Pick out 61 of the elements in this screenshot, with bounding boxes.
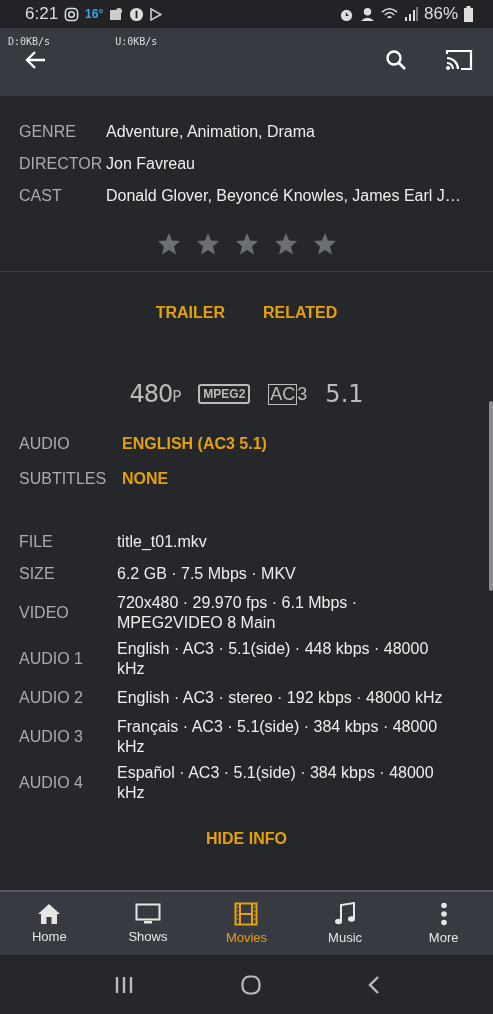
nav-tab[interactable]: More xyxy=(394,892,493,955)
field-label: CAST xyxy=(19,187,63,205)
recent-apps-icon[interactable] xyxy=(113,975,134,994)
star-icon[interactable] xyxy=(234,232,259,255)
nav-tab[interactable]: Movies xyxy=(197,892,296,955)
home-icon xyxy=(37,903,62,925)
battery-percent: 86% xyxy=(423,4,458,24)
detail-value: English · AC3 · 5.1(side) · 448 kbps · 48000 kHz xyxy=(117,639,430,679)
nav-tab[interactable]: Shows xyxy=(98,892,198,955)
action-button[interactable]: TRAILER xyxy=(155,300,225,326)
cast-icon[interactable] xyxy=(445,49,473,71)
detail-value: English · AC3 · stereo · 192 kbps · 48000 kHz xyxy=(117,688,443,708)
detail-label: AUDIO 2 xyxy=(19,689,84,707)
camera-icon xyxy=(64,6,80,22)
stream-label: SUBTITLES xyxy=(19,469,108,488)
detail-value: 720x480 · 29.970 fps · 6.1 Mbps · MPEG2VIDEO 8 Main xyxy=(117,593,359,633)
field-value: Adventure, Animation, Drama xyxy=(106,123,315,141)
detail-value: 6.2 GB · 7.5 Mbps · MKV xyxy=(117,564,296,584)
music-note-icon xyxy=(334,902,357,926)
play-store-icon xyxy=(150,7,163,21)
hide-info-button[interactable]: HIDE INFO xyxy=(206,826,287,852)
channels-label: 5.1 xyxy=(325,380,364,408)
star-icon[interactable] xyxy=(156,232,181,255)
back-arrow-icon[interactable] xyxy=(24,50,46,70)
detail-value: title_t01.mkv xyxy=(117,532,207,552)
field-label: DIRECTOR xyxy=(19,155,104,173)
detail-label: VIDEO xyxy=(19,604,70,622)
detail-label: SIZE xyxy=(19,565,56,583)
field-value: Donald Glover, Beyoncé Knowles, James Earl J… xyxy=(106,187,461,205)
star-icon[interactable] xyxy=(273,232,298,255)
detail-value: Français · AC3 · 5.1(side) · 384 kbps · 48000 kHz xyxy=(117,717,439,757)
star-icon[interactable] xyxy=(195,232,220,255)
field-value: Jon Favreau xyxy=(106,155,195,173)
nav-tab[interactable]: Music xyxy=(295,892,395,955)
detail-label: AUDIO 1 xyxy=(19,650,84,668)
signal-icon xyxy=(403,7,418,21)
clock: 6:21 xyxy=(25,4,59,24)
wifi-icon xyxy=(380,7,398,21)
temperature: 16° xyxy=(85,7,104,21)
stream-selector[interactable]: ENGLISH (AC3 5.1) xyxy=(122,434,267,453)
upload-speed: U:0KB/s xyxy=(115,36,158,47)
resolution-label: 480P xyxy=(129,380,181,408)
detail-label: FILE xyxy=(19,533,54,551)
detail-label: AUDIO 3 xyxy=(19,728,84,746)
film-strip-icon xyxy=(234,902,259,926)
codec-badge: MPEG2 xyxy=(198,384,251,404)
field-label: GENRE xyxy=(19,123,77,141)
stream-selector[interactable]: NONE xyxy=(122,469,169,488)
detail-label: AUDIO 4 xyxy=(19,774,84,792)
nav-tab[interactable]: Home xyxy=(0,892,99,955)
download-speed: D:0KB/s xyxy=(8,36,51,47)
search-icon[interactable] xyxy=(385,49,407,71)
battery-icon xyxy=(464,6,473,22)
tv-icon xyxy=(134,903,161,925)
star-icon[interactable] xyxy=(312,232,337,255)
action-button[interactable]: RELATED xyxy=(262,300,338,326)
back-chevron-icon[interactable] xyxy=(367,974,380,995)
person-icon xyxy=(359,6,375,22)
more-icon xyxy=(439,902,448,926)
detail-value: Español · AC3 · 5.1(side) · 384 kbps · 48000 kHz xyxy=(117,763,435,803)
stream-label: AUDIO xyxy=(19,434,71,453)
